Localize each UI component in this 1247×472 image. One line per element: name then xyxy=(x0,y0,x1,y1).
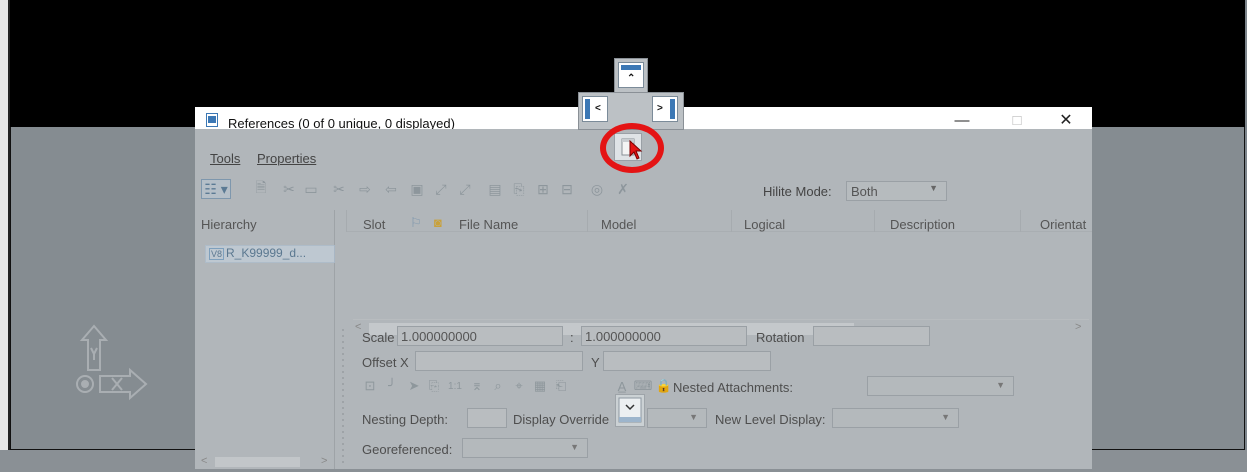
offset-x-field[interactable] xyxy=(415,351,583,371)
column-model[interactable]: Model xyxy=(601,217,636,232)
screen: References (0 of 0 unique, 0 displayed) … xyxy=(0,0,1247,472)
dock-bottom-arrow-icon xyxy=(618,397,642,423)
treat-as-element-icon[interactable]: ⌆ xyxy=(468,377,486,395)
chevron-down-icon: ▼ xyxy=(929,183,938,193)
offset-x-label: Offset X xyxy=(362,355,409,370)
new-level-display-select[interactable]: ▼ xyxy=(832,408,959,428)
nested-attachments-label: Nested Attachments: xyxy=(673,380,793,395)
rotation-label: Rotation xyxy=(756,330,805,345)
offset-y-field[interactable] xyxy=(603,351,771,371)
flag-icon[interactable]: ⚐ xyxy=(410,215,422,231)
scale-icon[interactable]: ▣ xyxy=(407,179,427,199)
chevron-down-icon: ▼ xyxy=(689,412,698,422)
menu-properties[interactable]: Properties xyxy=(257,151,316,166)
hierarchy-item[interactable]: V8 R_K99999_d... xyxy=(205,245,335,263)
locate-toggle-icon[interactable]: ➤ xyxy=(405,377,423,395)
scale-master-field[interactable]: 1.000000000 xyxy=(397,326,563,346)
dgn-v8-icon: V8 xyxy=(209,248,225,260)
attach-reference-icon[interactable]: 🗎 xyxy=(251,179,271,199)
update-sequence-icon[interactable]: ⌖ xyxy=(510,377,528,395)
display-toggle-icon[interactable]: ⊡ xyxy=(361,377,379,395)
chevron-down-icon: ▼ xyxy=(941,412,950,422)
level-icon[interactable]: ▦ xyxy=(531,377,549,395)
close-button[interactable]: ✕ xyxy=(1051,111,1081,129)
dock-left-icon[interactable]: < xyxy=(582,96,608,122)
maximize-button[interactable]: □ xyxy=(1002,111,1032,129)
clip-boundary-icon[interactable]: ✂ xyxy=(329,179,349,199)
rotate-icon[interactable]: ⤢ xyxy=(431,179,451,199)
lock-icon[interactable]: 🔒 xyxy=(655,377,673,395)
scale-lines-icon[interactable]: 1:1 xyxy=(446,377,464,395)
move-icon[interactable]: ⇨ xyxy=(355,179,375,199)
scroll-right-icon[interactable]: > xyxy=(1075,321,1081,333)
column-description[interactable]: Description xyxy=(890,217,955,232)
view-axes-icon xyxy=(76,324,148,401)
exchange-icon[interactable]: ⊟ xyxy=(557,179,577,199)
mouse-cursor-icon xyxy=(629,140,643,160)
nesting-depth-field[interactable] xyxy=(467,408,507,428)
scroll-right-icon[interactable]: > xyxy=(321,455,327,467)
close-icon: ✕ xyxy=(1059,112,1073,129)
delete-icon[interactable]: ✗ xyxy=(613,179,633,199)
merge-icon[interactable]: ◎ xyxy=(587,179,607,199)
annotation-icon[interactable]: A̲ xyxy=(613,377,631,395)
dock-top-icon[interactable]: ⌃ xyxy=(618,62,644,88)
scale-separator: : xyxy=(570,330,574,345)
scroll-left-icon[interactable]: < xyxy=(201,455,207,467)
column-slot[interactable]: Slot xyxy=(363,217,385,232)
hierarchy-scrollbar[interactable]: < > xyxy=(201,454,331,468)
clip-delete-icon[interactable]: ⎘ xyxy=(509,179,529,199)
raster-icon[interactable]: ⎗ xyxy=(552,377,570,395)
scrollbar-thumb[interactable] xyxy=(215,457,300,467)
offset-y-label: Y xyxy=(591,355,600,370)
column-logical[interactable]: Logical xyxy=(744,217,785,232)
scroll-left-icon[interactable]: < xyxy=(355,321,361,333)
message-icon[interactable]: ⌨ xyxy=(634,377,653,395)
georeferenced-select[interactable]: ▼ xyxy=(462,438,588,458)
hierarchy-view-icon[interactable]: ☷ ▾ xyxy=(201,179,231,199)
dock-right-icon[interactable]: > xyxy=(652,96,678,122)
display-icon[interactable]: ◙ xyxy=(434,215,442,230)
minimize-icon: — xyxy=(954,111,970,129)
detach-icon[interactable]: ✂ xyxy=(279,179,299,199)
true-scale-icon[interactable]: ⎘ xyxy=(425,377,443,395)
clip-mask-icon[interactable]: ▤ xyxy=(485,179,505,199)
display-overrides-label: Display Override xyxy=(513,412,610,427)
pane-splitter[interactable] xyxy=(340,329,346,469)
hierarchy-item-label: R_K99999_d... xyxy=(226,246,307,260)
rotation-field[interactable] xyxy=(813,326,930,346)
reload-icon[interactable]: ▭ xyxy=(301,179,321,199)
mirror-icon[interactable]: ⤢ xyxy=(455,179,475,199)
references-table-header: Slot ⚐ ◙ File Name Model Logical Descrip… xyxy=(346,210,1092,232)
hilite-mode-select[interactable]: Both ▼ xyxy=(846,181,947,201)
references-toolbar: ☷ ▾ 🗎 ✂ ▭ ✂ ⇨ ⇦ ▣ ⤢ ⤢ ▤ ⎘ ⊞ ⊟ ◎ ✗ Hilite… xyxy=(195,178,1092,204)
chevron-down-icon: ▼ xyxy=(996,380,1005,390)
references-app-icon xyxy=(206,113,218,127)
column-orientation[interactable]: Orientat xyxy=(1040,217,1086,232)
column-file-name[interactable]: File Name xyxy=(459,217,518,232)
ignore-attachments-icon[interactable]: ⌕ xyxy=(489,377,507,395)
minimize-button[interactable]: — xyxy=(947,111,977,129)
docking-guide: ⌃ < > xyxy=(578,58,684,130)
scale-label: Scale xyxy=(362,330,395,345)
hierarchy-pane: Hierarchy V8 R_K99999_d... < > xyxy=(195,210,335,469)
nested-attachments-select[interactable]: ▼ xyxy=(867,376,1014,396)
hilite-mode-value: Both xyxy=(851,184,878,199)
display-overrides-select[interactable]: ▼ xyxy=(647,408,707,428)
hierarchy-header: Hierarchy xyxy=(201,217,257,232)
left-window-edge xyxy=(0,0,10,472)
menu-tools[interactable]: Tools xyxy=(210,151,240,166)
reload-all-icon[interactable]: ⊞ xyxy=(533,179,553,199)
new-level-display-label: New Level Display: xyxy=(715,412,826,427)
nesting-depth-label: Nesting Depth: xyxy=(362,412,448,427)
snap-toggle-icon[interactable]: ╯ xyxy=(383,377,401,395)
hilite-mode-label: Hilite Mode: xyxy=(763,184,832,199)
maximize-icon: □ xyxy=(1012,111,1022,129)
georeferenced-label: Georeferenced: xyxy=(362,442,453,457)
copy-icon[interactable]: ⇦ xyxy=(381,179,401,199)
chevron-down-icon: ▼ xyxy=(570,442,579,452)
scale-reference-field[interactable]: 1.000000000 xyxy=(581,326,747,346)
dock-bottom-icon[interactable] xyxy=(615,394,645,427)
